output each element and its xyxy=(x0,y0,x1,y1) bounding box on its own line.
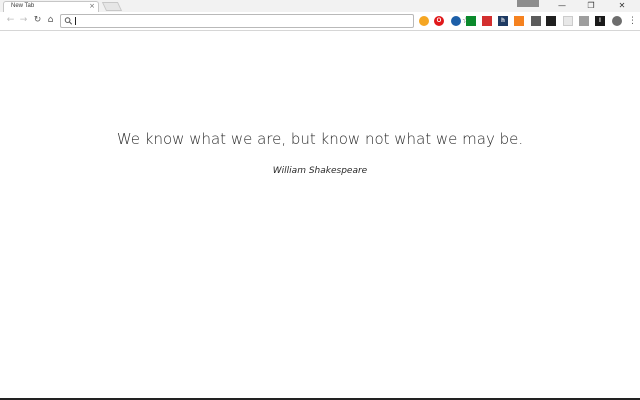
home-icon[interactable]: ⌂ xyxy=(45,15,56,26)
address-input[interactable] xyxy=(75,16,395,26)
opera-red-extension-icon[interactable]: O xyxy=(434,16,444,26)
red-lobster-extension-icon[interactable] xyxy=(482,16,492,26)
rss-extension-icon[interactable] xyxy=(514,16,524,26)
gear-extension-icon[interactable] xyxy=(612,16,622,26)
menu-kebab-icon[interactable]: ⋮ xyxy=(628,15,637,27)
quote-author: William Shakespeare xyxy=(272,166,368,176)
green-square-extension-icon[interactable] xyxy=(466,16,476,26)
browser-toolbar: ← → ↻ ⌂ ☆ Oh I ⋮ xyxy=(0,12,640,31)
profile-badge[interactable] xyxy=(517,0,539,7)
tab-strip: New Tab × — ❐ ✕ xyxy=(0,0,640,12)
forward-arrow-icon[interactable]: → xyxy=(18,15,29,26)
pocket-extension-icon[interactable] xyxy=(531,16,541,26)
new-tab-button[interactable] xyxy=(101,2,123,11)
address-bar[interactable]: ☆ xyxy=(60,14,470,28)
minimize-icon[interactable]: — xyxy=(552,0,572,11)
close-window-icon[interactable]: ✕ xyxy=(612,0,632,11)
checkbox-extension-icon[interactable] xyxy=(579,16,589,26)
quote-text: We know what we are, but know not what w… xyxy=(116,130,524,148)
h-extension-icon[interactable]: h xyxy=(498,16,508,26)
restore-icon[interactable]: ❐ xyxy=(581,0,601,11)
orange-circle-extension-icon[interactable] xyxy=(419,16,429,26)
reload-icon[interactable]: ↻ xyxy=(32,15,43,26)
new-tab-page: We know what we are, but know not what w… xyxy=(0,31,640,400)
blue-globe-extension-icon[interactable] xyxy=(451,16,461,26)
search-icon xyxy=(64,17,73,25)
instapaper-extension-icon[interactable]: I xyxy=(595,16,605,26)
tab-title: New Tab xyxy=(11,3,35,9)
tab-close-icon[interactable]: × xyxy=(89,2,95,11)
back-arrow-icon[interactable]: ← xyxy=(5,15,16,26)
blank-extension-icon[interactable] xyxy=(563,16,573,26)
stack-extension-icon[interactable] xyxy=(546,16,556,26)
tab-new-tab[interactable]: New Tab × xyxy=(3,1,99,12)
